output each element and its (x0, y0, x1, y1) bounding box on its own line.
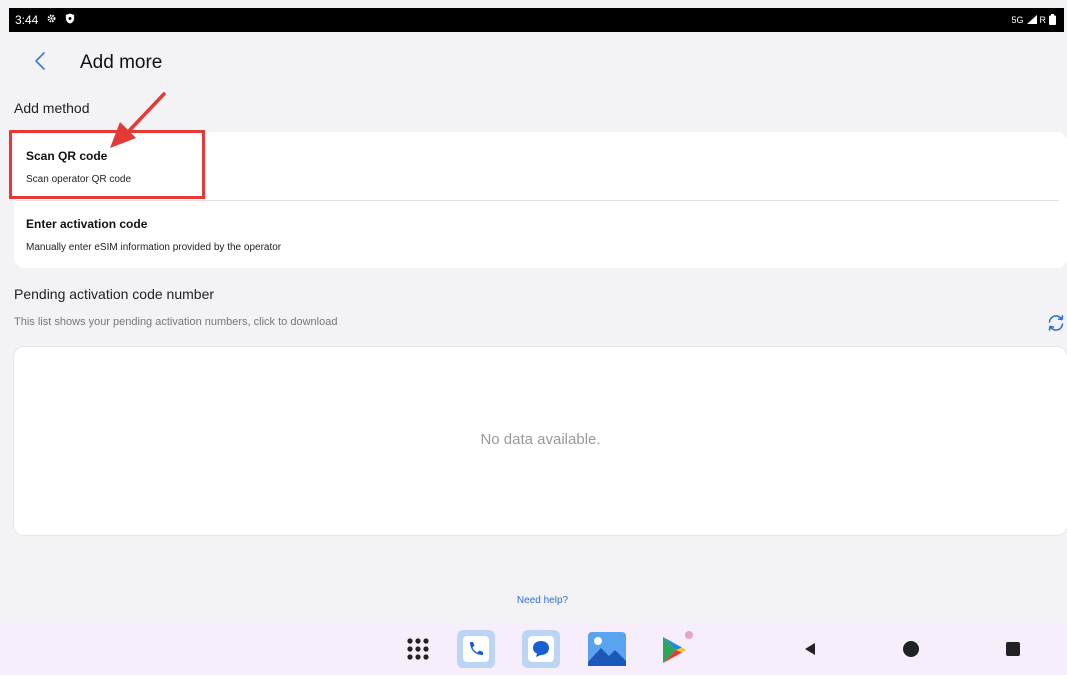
refresh-button[interactable] (1045, 312, 1067, 334)
navigation-bar (0, 624, 1067, 675)
status-bar: 3:44 5G R (9, 8, 1064, 32)
status-time: 3:44 (15, 13, 39, 27)
phone-icon[interactable] (456, 629, 496, 669)
battery-icon (1049, 13, 1056, 27)
app-drawer-icon[interactable] (398, 629, 438, 669)
gallery-icon[interactable] (587, 629, 627, 669)
scan-qr-code-title: Scan QR code (26, 149, 108, 163)
pending-heading: Pending activation code number (14, 286, 215, 302)
back-button[interactable] (28, 51, 52, 75)
screen: 3:44 5G R Add more Add method Scan QR co… (0, 0, 1067, 675)
page-title: Add more (80, 52, 163, 73)
enter-activation-code-option[interactable]: Enter activation code Manually enter eSI… (14, 200, 1067, 268)
messages-icon[interactable] (521, 629, 561, 669)
recents-icon[interactable] (1002, 638, 1024, 660)
signal-icon (1026, 14, 1037, 26)
gear-icon (46, 13, 57, 27)
scan-qr-code-description: Scan operator QR code (26, 174, 132, 185)
pending-list-card: No data available. (14, 347, 1067, 535)
add-method-card: Scan QR code Scan operator QR code Enter… (14, 132, 1067, 268)
pending-hint: This list shows your pending activation … (14, 316, 338, 328)
home-icon[interactable] (900, 638, 922, 660)
app-header: Add more (28, 46, 162, 80)
add-method-heading: Add method (14, 100, 90, 116)
shield-icon (65, 13, 75, 27)
enter-activation-code-title: Enter activation code (26, 217, 148, 231)
enter-activation-code-description: Manually enter eSIM information provided… (26, 242, 282, 253)
scan-qr-code-option[interactable]: Scan QR code Scan operator QR code (14, 132, 1067, 201)
need-help-link[interactable]: Need help? (0, 595, 1067, 606)
refresh-icon (1045, 315, 1067, 338)
back-nav-icon[interactable] (799, 638, 821, 660)
chevron-left-icon (34, 51, 46, 75)
roaming-indicator: R (1039, 15, 1047, 25)
play-store-icon[interactable] (653, 629, 693, 669)
network-type: 5G (1011, 15, 1024, 25)
empty-state-text: No data available. (480, 431, 601, 448)
